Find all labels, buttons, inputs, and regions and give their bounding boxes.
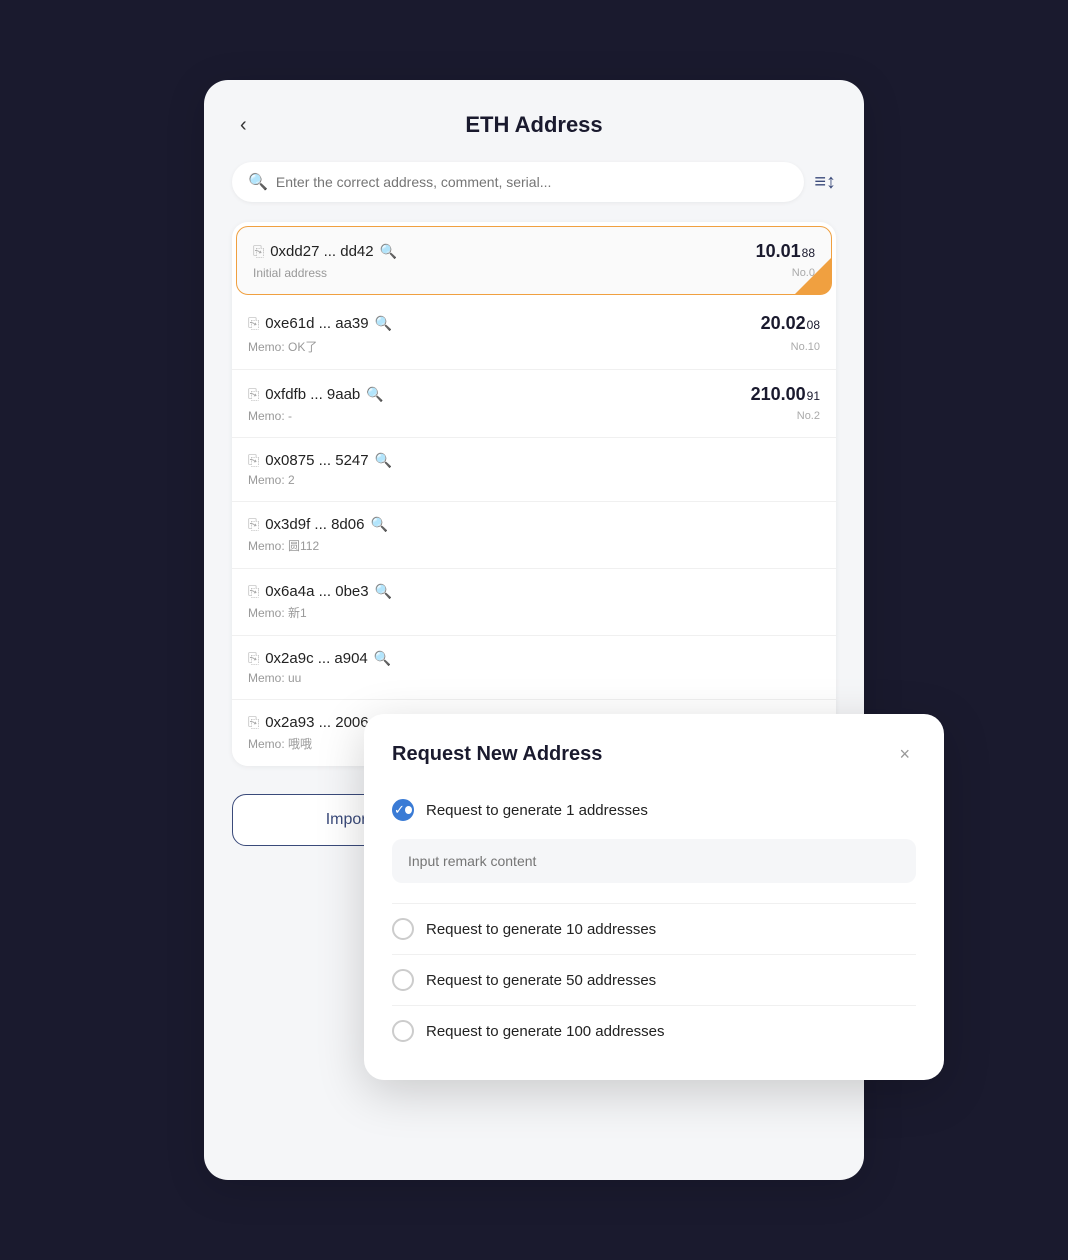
radio-circle-2[interactable]	[392, 969, 414, 991]
divider	[392, 1005, 916, 1006]
amount-dec: 91	[807, 389, 820, 403]
modal-option: ✓ Request to generate 1 addresses	[392, 789, 916, 904]
search-icon: 🔍	[248, 172, 268, 192]
divider	[392, 903, 916, 904]
search-address-icon[interactable]: 🔍	[375, 315, 392, 332]
modal-option: Request to generate 10 addresses	[392, 908, 916, 955]
main-card: ‹ ETH Address 🔍 ≡↕ ⎘ 0xdd27 ... dd42 🔍 1…	[204, 80, 864, 1180]
remark-input[interactable]	[392, 839, 916, 883]
memo-text: Memo: 圆112	[248, 537, 319, 554]
address-text: 0xfdfb ... 9aab	[265, 386, 360, 403]
search-bar: 🔍	[232, 162, 804, 202]
address-text: 0xdd27 ... dd42	[270, 243, 373, 260]
radio-circle-3[interactable]	[392, 1020, 414, 1042]
address-item[interactable]: ⎘ 0x6a4a ... 0be3 🔍 Memo: 新1	[232, 569, 836, 636]
radio-option-1[interactable]: Request to generate 10 addresses	[392, 908, 916, 950]
address-item[interactable]: ⎘ 0xfdfb ... 9aab 🔍 210.00 91 Memo: - No…	[232, 370, 836, 438]
address-item[interactable]: ⎘ 0x0875 ... 5247 🔍 Memo: 2	[232, 438, 836, 502]
radio-label-0: Request to generate 1 addresses	[426, 802, 648, 819]
address-list: ⎘ 0xdd27 ... dd42 🔍 10.01 88 Initial add…	[232, 222, 836, 766]
modal-option: Request to generate 50 addresses	[392, 959, 916, 1006]
copy-icon[interactable]: ⎘	[248, 583, 259, 600]
address-item[interactable]: ⎘ 0xe61d ... aa39 🔍 20.02 08 Memo: OK了 N…	[232, 299, 836, 370]
address-text: 0x0875 ... 5247	[265, 452, 368, 469]
copy-icon[interactable]: ⎘	[248, 386, 259, 403]
radio-label-1: Request to generate 10 addresses	[426, 921, 656, 938]
memo-text: Memo: -	[248, 409, 292, 423]
modal-options: ✓ Request to generate 1 addresses Reques…	[392, 789, 916, 1052]
modal-close-button[interactable]: ×	[893, 742, 916, 767]
copy-icon[interactable]: ⎘	[248, 650, 259, 667]
search-input[interactable]	[276, 174, 788, 190]
page-title: ETH Address	[465, 112, 602, 138]
search-address-icon[interactable]: 🔍	[380, 243, 397, 260]
radio-label-2: Request to generate 50 addresses	[426, 972, 656, 989]
checkmark: ✓	[394, 802, 405, 818]
amount: 210.00 91	[751, 384, 820, 405]
copy-icon[interactable]: ⎘	[253, 243, 264, 260]
address-text: 0x2a93 ... 2006	[265, 714, 368, 731]
divider	[392, 954, 916, 955]
no-badge: No.2	[797, 410, 820, 422]
copy-icon[interactable]: ⎘	[248, 452, 259, 469]
radio-option-2[interactable]: Request to generate 50 addresses	[392, 959, 916, 1001]
request-new-address-modal: Request New Address × ✓ Request to gener…	[364, 714, 944, 1080]
modal-title: Request New Address	[392, 743, 602, 766]
amount-dec: 08	[807, 318, 820, 332]
radio-label-3: Request to generate 100 addresses	[426, 1023, 665, 1040]
radio-circle-0[interactable]: ✓	[392, 799, 414, 821]
amount-main: 20.02	[761, 313, 806, 334]
search-address-icon[interactable]: 🔍	[366, 386, 383, 403]
memo-text: Memo: uu	[248, 671, 301, 685]
search-address-icon[interactable]: 🔍	[370, 516, 387, 533]
memo-text: Memo: 2	[248, 473, 295, 487]
modal-option: Request to generate 100 addresses	[392, 1010, 916, 1052]
address-text: 0x2a9c ... a904	[265, 650, 368, 667]
memo-text: Memo: 哦哦	[248, 735, 312, 752]
radio-option-3[interactable]: Request to generate 100 addresses	[392, 1010, 916, 1052]
radio-circle-1[interactable]	[392, 918, 414, 940]
active-corner-tag	[795, 258, 831, 294]
search-address-icon[interactable]: 🔍	[375, 583, 392, 600]
back-button[interactable]: ‹	[232, 110, 255, 141]
search-row: 🔍 ≡↕	[232, 162, 836, 202]
copy-icon[interactable]: ⎘	[248, 315, 259, 332]
address-item[interactable]: ⎘ 0x3d9f ... 8d06 🔍 Memo: 圆112	[232, 502, 836, 569]
memo-text: Memo: 新1	[248, 604, 307, 621]
modal-header: Request New Address ×	[392, 742, 916, 767]
header: ‹ ETH Address	[232, 112, 836, 138]
radio-option-0[interactable]: ✓ Request to generate 1 addresses	[392, 789, 916, 831]
copy-icon[interactable]: ⎘	[248, 516, 259, 533]
memo-text: Initial address	[253, 266, 327, 280]
address-text: 0x6a4a ... 0be3	[265, 583, 368, 600]
address-item[interactable]: ⎘ 0x2a9c ... a904 🔍 Memo: uu	[232, 636, 836, 700]
no-badge: No.10	[791, 341, 820, 353]
address-text: 0x3d9f ... 8d06	[265, 516, 364, 533]
amount: 20.02 08	[761, 313, 820, 334]
filter-button[interactable]: ≡↕	[814, 171, 836, 194]
search-address-icon[interactable]: 🔍	[374, 650, 391, 667]
amount-main: 10.01	[756, 241, 801, 262]
memo-text: Memo: OK了	[248, 338, 317, 355]
search-address-icon[interactable]: 🔍	[375, 452, 392, 469]
copy-icon[interactable]: ⎘	[248, 714, 259, 731]
amount-main: 210.00	[751, 384, 806, 405]
address-text: 0xe61d ... aa39	[265, 315, 368, 332]
address-item[interactable]: ⎘ 0xdd27 ... dd42 🔍 10.01 88 Initial add…	[236, 226, 832, 295]
